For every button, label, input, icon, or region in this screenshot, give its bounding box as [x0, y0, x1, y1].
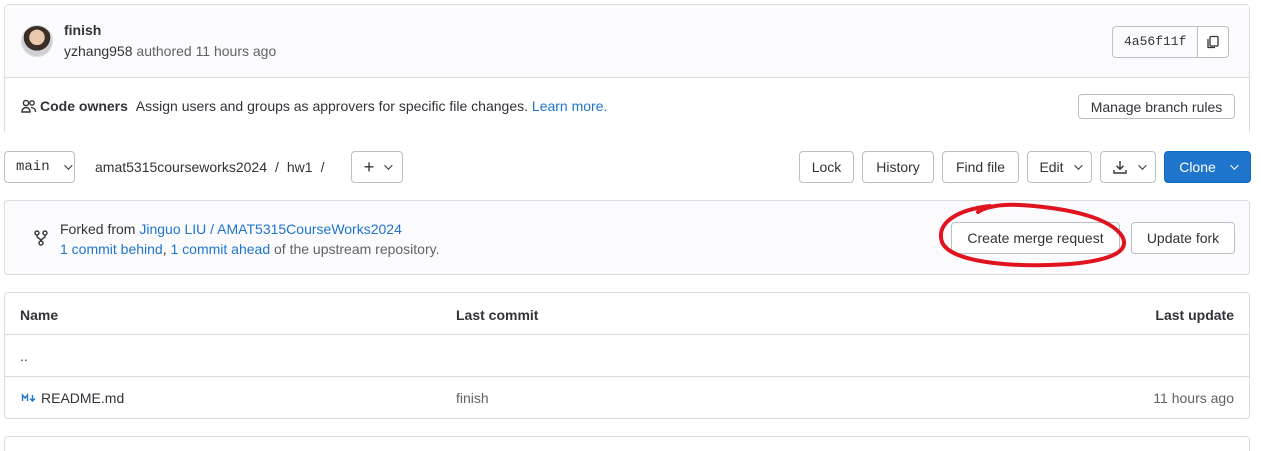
branch-selector[interactable]: main: [4, 151, 75, 183]
annotation-circle: [938, 202, 1126, 268]
column-last-update-header: Last update: [1155, 307, 1234, 323]
add-to-tree-button[interactable]: +: [351, 151, 403, 183]
forked-from-label: Forked from: [60, 221, 136, 237]
file-table: Name Last commit Last update .. README.m…: [4, 292, 1250, 419]
table-row[interactable]: README.md finish 11 hours ago: [5, 377, 1249, 419]
lock-button[interactable]: Lock: [799, 151, 854, 183]
plus-icon: +: [363, 157, 375, 177]
last-update-time: 11 hours ago: [1153, 390, 1234, 406]
file-table-header: Name Last commit Last update: [5, 293, 1249, 335]
next-panel: [4, 436, 1250, 451]
chevron-down-icon: [384, 161, 393, 170]
history-button[interactable]: History: [862, 151, 934, 183]
breadcrumb-separator: /: [275, 159, 279, 175]
commits-behind-link[interactable]: 1 commit behind: [60, 241, 163, 257]
branch-name: main: [16, 159, 50, 175]
copy-sha-button[interactable]: [1198, 26, 1230, 58]
manage-branch-rules-button[interactable]: Manage branch rules: [1078, 94, 1235, 119]
download-icon: [1113, 161, 1127, 174]
fork-divergence-line: 1 commit behind, 1 commit ahead of the u…: [60, 241, 439, 257]
breadcrumb-project[interactable]: amat5315courseworks2024: [95, 159, 267, 175]
chevron-down-icon: [1229, 161, 1239, 170]
users-icon: [21, 99, 37, 113]
commit-authored-time: authored 11 hours ago: [136, 43, 277, 59]
chevron-down-icon: [63, 161, 73, 170]
upstream-project-link[interactable]: Jinguo LIU / AMAT5315CourseWorks2024: [139, 221, 402, 237]
chevron-down-icon: [1073, 161, 1083, 170]
markdown-icon: [21, 393, 36, 402]
commit-title[interactable]: finish: [64, 22, 101, 38]
parent-directory-row[interactable]: ..: [5, 335, 1249, 377]
commits-ahead-link[interactable]: 1 commit ahead: [171, 241, 271, 257]
forked-from-line: Forked from Jinguo LIU / AMAT5315CourseW…: [60, 221, 402, 237]
update-fork-button[interactable]: Update fork: [1131, 222, 1235, 254]
clone-label: Clone: [1179, 159, 1216, 175]
edit-label: Edit: [1039, 159, 1064, 175]
last-commit-link[interactable]: finish: [456, 390, 489, 406]
commit-sha[interactable]: 4a56f11f: [1112, 26, 1199, 58]
fork-icon: [34, 230, 48, 246]
file-name-link[interactable]: README.md: [41, 390, 124, 406]
learn-more-link[interactable]: Learn more.: [532, 98, 607, 114]
code-owners-row: Code owners Assign users and groups as a…: [5, 78, 1249, 134]
chevron-down-icon: [1138, 161, 1147, 170]
commit-panel: finish yzhang958 authored 11 hours ago 4…: [4, 4, 1250, 134]
commit-author[interactable]: yzhang958: [64, 43, 133, 59]
edit-dropdown-button[interactable]: Edit: [1027, 151, 1092, 183]
find-file-button[interactable]: Find file: [942, 151, 1019, 183]
code-owners-text: Code owners Assign users and groups as a…: [40, 98, 607, 114]
commit-meta: yzhang958 authored 11 hours ago: [64, 43, 276, 59]
code-owners-description: Assign users and groups as approvers for…: [135, 98, 529, 114]
breadcrumb-hw1[interactable]: hw1: [287, 159, 313, 175]
copy-icon: [1207, 35, 1220, 49]
commit-row: finish yzhang958 authored 11 hours ago 4…: [5, 5, 1249, 78]
breadcrumb-separator: /: [320, 159, 325, 175]
column-last-commit-header: Last commit: [456, 307, 539, 323]
download-dropdown-button[interactable]: [1100, 151, 1156, 183]
column-name-header: Name: [20, 307, 59, 323]
clone-dropdown-button[interactable]: Clone: [1164, 151, 1251, 183]
code-owners-label: Code owners: [40, 98, 128, 114]
parent-directory-link[interactable]: ..: [20, 348, 28, 364]
divergence-separator: ,: [162, 241, 167, 257]
commit-sha-group: 4a56f11f: [1112, 26, 1230, 58]
avatar[interactable]: [21, 25, 53, 57]
breadcrumb: amat5315courseworks2024 / hw1 /: [95, 159, 324, 175]
upstream-suffix: of the upstream repository.: [274, 241, 440, 257]
